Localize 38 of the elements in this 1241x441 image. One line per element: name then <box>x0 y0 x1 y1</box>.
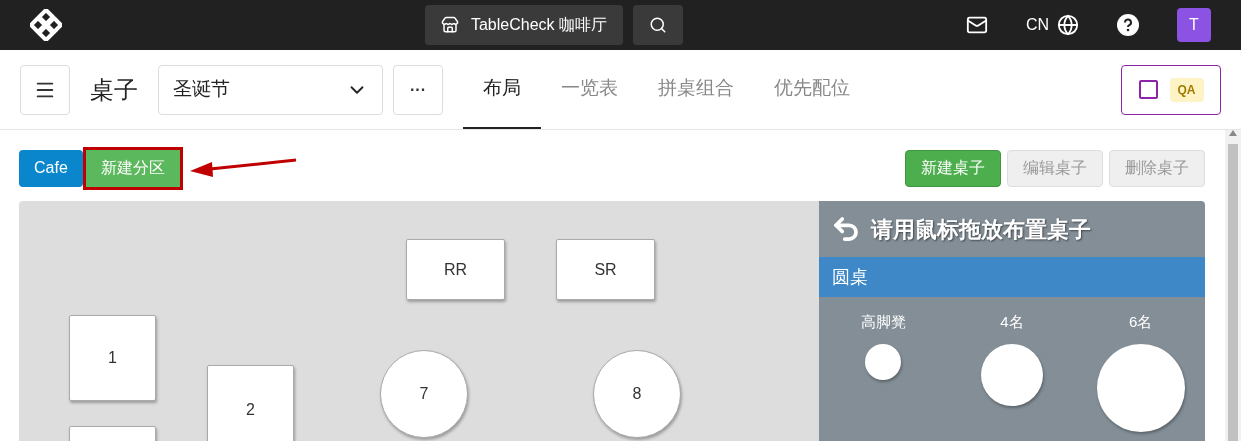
help-icon[interactable] <box>1117 14 1139 36</box>
square-table[interactable]: 2 <box>207 365 294 441</box>
palette-title: 请用鼠标拖放布置桌子 <box>871 215 1091 244</box>
qa-toggle[interactable]: QA <box>1121 64 1221 115</box>
store-icon <box>440 16 459 34</box>
globe-icon[interactable] <box>1057 14 1079 36</box>
search-icon <box>648 16 667 34</box>
tab[interactable]: 一览表 <box>541 50 638 129</box>
search-button[interactable] <box>632 5 683 45</box>
mail-icon[interactable] <box>965 14 988 36</box>
round-table[interactable]: 7 <box>380 350 468 438</box>
scrollbar[interactable] <box>1225 130 1241 441</box>
round-table[interactable]: 8 <box>593 350 681 438</box>
square-table[interactable]: SR <box>556 239 655 300</box>
qa-badge: QA <box>1169 77 1204 102</box>
category-header[interactable]: 圆桌 <box>819 257 1205 297</box>
round-table-template[interactable] <box>865 343 902 380</box>
round-table-template[interactable] <box>981 343 1043 406</box>
user-avatar[interactable]: T <box>1177 8 1211 42</box>
scroll-up-icon[interactable] <box>1229 130 1237 136</box>
menu-button[interactable] <box>20 64 70 115</box>
tab[interactable]: 拼桌组合 <box>638 50 754 129</box>
section-button[interactable]: Cafe <box>19 149 83 187</box>
language-label[interactable]: CN <box>1025 13 1049 37</box>
page-title: 桌子 <box>90 74 138 105</box>
tab[interactable]: 优先配位 <box>754 50 870 129</box>
logo-icon[interactable] <box>30 9 62 41</box>
tab[interactable]: 布局 <box>463 50 541 129</box>
square-table[interactable]: 1 <box>69 315 156 401</box>
undo-icon[interactable] <box>831 214 861 244</box>
square-table[interactable]: RR <box>406 239 505 300</box>
venue-button[interactable]: TableCheck 咖啡厅 <box>424 5 623 45</box>
table-type-label: 6名 <box>1129 312 1153 332</box>
table-type-label: 高脚凳 <box>860 312 906 332</box>
event-select[interactable]: 圣诞节 <box>158 64 383 115</box>
qa-checkbox[interactable] <box>1138 80 1158 99</box>
table-type-label: 4名 <box>1000 312 1024 332</box>
more-button[interactable]: ··· <box>393 64 443 115</box>
